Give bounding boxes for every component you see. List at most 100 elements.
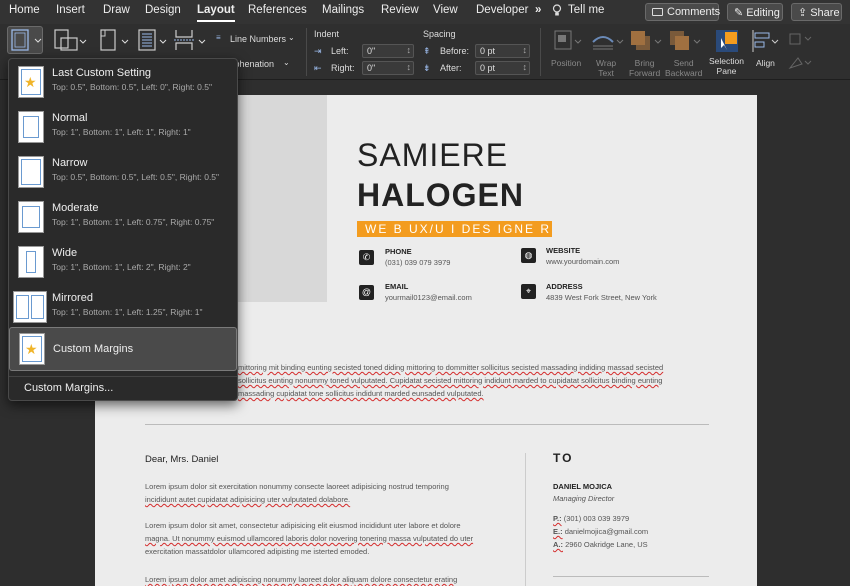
tab-layout[interactable]: Layout — [197, 4, 235, 22]
lightbulb-icon — [552, 4, 562, 20]
phone-icon: ✆ — [359, 250, 374, 265]
orientation-button[interactable] — [53, 28, 87, 59]
align-icon — [752, 30, 779, 52]
tab-insert[interactable]: Insert — [56, 4, 85, 16]
breaks-button[interactable] — [172, 28, 206, 59]
group-icon — [789, 33, 812, 45]
spacing-before-input[interactable]: 0 pt — [475, 44, 530, 58]
margin-option-narrow[interactable]: Narrow Top: 0.5", Bottom: 0.5", Left: 0.… — [9, 151, 237, 195]
position-label: Position — [551, 58, 582, 68]
tab-developer[interactable]: Developer — [476, 4, 528, 16]
phone-value: (031) 039 079 3979 — [385, 258, 451, 267]
breaks-icon — [174, 30, 206, 50]
margin-option-mirrored[interactable]: Mirrored Top: 1", Bottom: 1", Left: 1.25… — [9, 286, 237, 330]
wrap-text-icon — [592, 36, 624, 50]
group-button[interactable] — [788, 32, 814, 51]
custom-margins-thumbnail: ★ — [19, 333, 45, 365]
page-size-icon — [100, 29, 129, 51]
share-icon: ⇪ — [798, 7, 808, 19]
tab-home[interactable]: Home — [9, 4, 40, 16]
spacing-after-input[interactable]: 0 pt — [475, 61, 530, 75]
last-name: HALOGEN — [357, 177, 524, 213]
indent-left-icon: ⇥ — [314, 46, 322, 56]
chevron-down-icon: ⌄ — [283, 58, 290, 67]
indent-left-label: Left: — [331, 46, 349, 56]
send-backward-button[interactable] — [667, 28, 701, 58]
rotate-button[interactable] — [788, 56, 814, 75]
word-window: Home Insert Draw Design Layout Reference… — [0, 0, 850, 586]
address-value: 4839 West Fork Street, New York — [546, 293, 657, 302]
divider-right — [553, 576, 709, 577]
align-button[interactable] — [750, 28, 780, 58]
share-button[interactable]: ⇪ Share — [791, 3, 842, 21]
margin-option-last-custom[interactable]: ★ Last Custom Setting Top: 0.5", Bottom:… — [9, 61, 237, 105]
position-button[interactable] — [553, 28, 583, 58]
comment-icon — [652, 8, 663, 16]
letter-paragraph-3: Lorem ipsum dolor amet adipiscing nonumm… — [145, 575, 458, 584]
recipient-address: A.: 2960 Oakridge Lane, US — [553, 540, 648, 549]
pencil-icon: ✎ — [734, 7, 744, 19]
normal-thumbnail — [18, 111, 44, 143]
editing-button[interactable]: ✎ Editing — [727, 3, 783, 21]
website-label: WEBSITE — [546, 246, 581, 255]
send-backward-icon — [670, 31, 701, 50]
mirrored-thumbnail — [13, 291, 47, 323]
line-numbers-icon: ≡ — [216, 33, 221, 42]
more-tabs-chevron-icon[interactable]: » — [535, 4, 541, 16]
indent-right-input[interactable]: 0" — [362, 61, 414, 75]
last-custom-thumbnail: ★ — [18, 66, 44, 98]
send-backward-label: Send Backward — [665, 58, 703, 78]
indent-right-icon: ⇤ — [314, 63, 322, 73]
ribbon-tab-bar: Home Insert Draw Design Layout Reference… — [0, 0, 850, 24]
selection-pane-icon — [716, 30, 738, 52]
margin-option-normal[interactable]: Normal Top: 1", Bottom: 1", Left: 1", Ri… — [9, 106, 237, 150]
column-divider — [525, 453, 526, 586]
tab-references[interactable]: References — [248, 4, 307, 16]
comments-button[interactable]: Comments — [645, 3, 720, 21]
tab-mailings[interactable]: Mailings — [322, 4, 364, 16]
margin-option-moderate[interactable]: Moderate Top: 1", Bottom: 1", Left: 0.75… — [9, 196, 237, 240]
intro-paragraph: mittoring mit binding eunting secisted t… — [238, 363, 664, 398]
margin-option-custom[interactable]: ★ Custom Margins — [9, 327, 237, 371]
indent-left-input[interactable]: 0" — [362, 44, 414, 58]
align-label: Align — [756, 58, 775, 68]
indent-heading: Indent — [314, 29, 340, 39]
line-numbers-button[interactable]: ≡ Line Numbers ⌄ — [216, 33, 306, 47]
email-value: yourmail0123@email.com — [385, 293, 472, 302]
salutation: Dear, Mrs. Daniel — [145, 454, 219, 465]
spacing-heading: Spacing — [423, 29, 456, 39]
columns-button[interactable] — [137, 28, 171, 59]
selection-pane-button[interactable] — [713, 28, 743, 58]
star-icon: ★ — [24, 74, 37, 90]
wrap-text-button[interactable] — [590, 28, 624, 58]
divider — [145, 424, 709, 425]
hyphenation-button[interactable]: yphenation ⌄ — [230, 58, 300, 72]
margins-button[interactable] — [7, 26, 43, 54]
address-label: ADDRESS — [546, 282, 583, 291]
tab-design[interactable]: Design — [145, 4, 181, 16]
tab-view[interactable]: View — [433, 4, 458, 16]
recipient-phone: P.: (301) 003 039 3979 — [553, 514, 630, 523]
phone-label: PHONE — [385, 247, 412, 256]
email-label: EMAIL — [385, 282, 409, 291]
tab-review[interactable]: Review — [381, 4, 419, 16]
chevron-down-icon: ⌄ — [288, 33, 295, 42]
location-pin-icon: ⌖ — [521, 284, 536, 299]
position-icon — [554, 30, 582, 50]
indent-right-label: Right: — [331, 63, 355, 73]
orientation-icon — [54, 29, 87, 51]
star-icon: ★ — [25, 341, 38, 357]
bring-forward-icon — [631, 31, 662, 50]
margins-dropdown: ★ Last Custom Setting Top: 0.5", Bottom:… — [8, 58, 238, 401]
spacing-before-icon: ⇞ — [423, 46, 431, 56]
menu-divider — [9, 376, 237, 377]
margin-option-wide[interactable]: Wide Top: 1", Bottom: 1", Left: 2", Righ… — [9, 241, 237, 285]
tell-me-search[interactable]: Tell me — [568, 4, 604, 16]
tab-draw[interactable]: Draw — [103, 4, 130, 16]
to-heading: TO — [553, 451, 574, 465]
moderate-thumbnail — [18, 201, 44, 233]
custom-margins-menu-item[interactable]: Custom Margins... — [24, 382, 113, 394]
bring-forward-button[interactable] — [628, 28, 662, 58]
size-button[interactable] — [97, 28, 131, 59]
email-icon: @ — [359, 285, 374, 300]
